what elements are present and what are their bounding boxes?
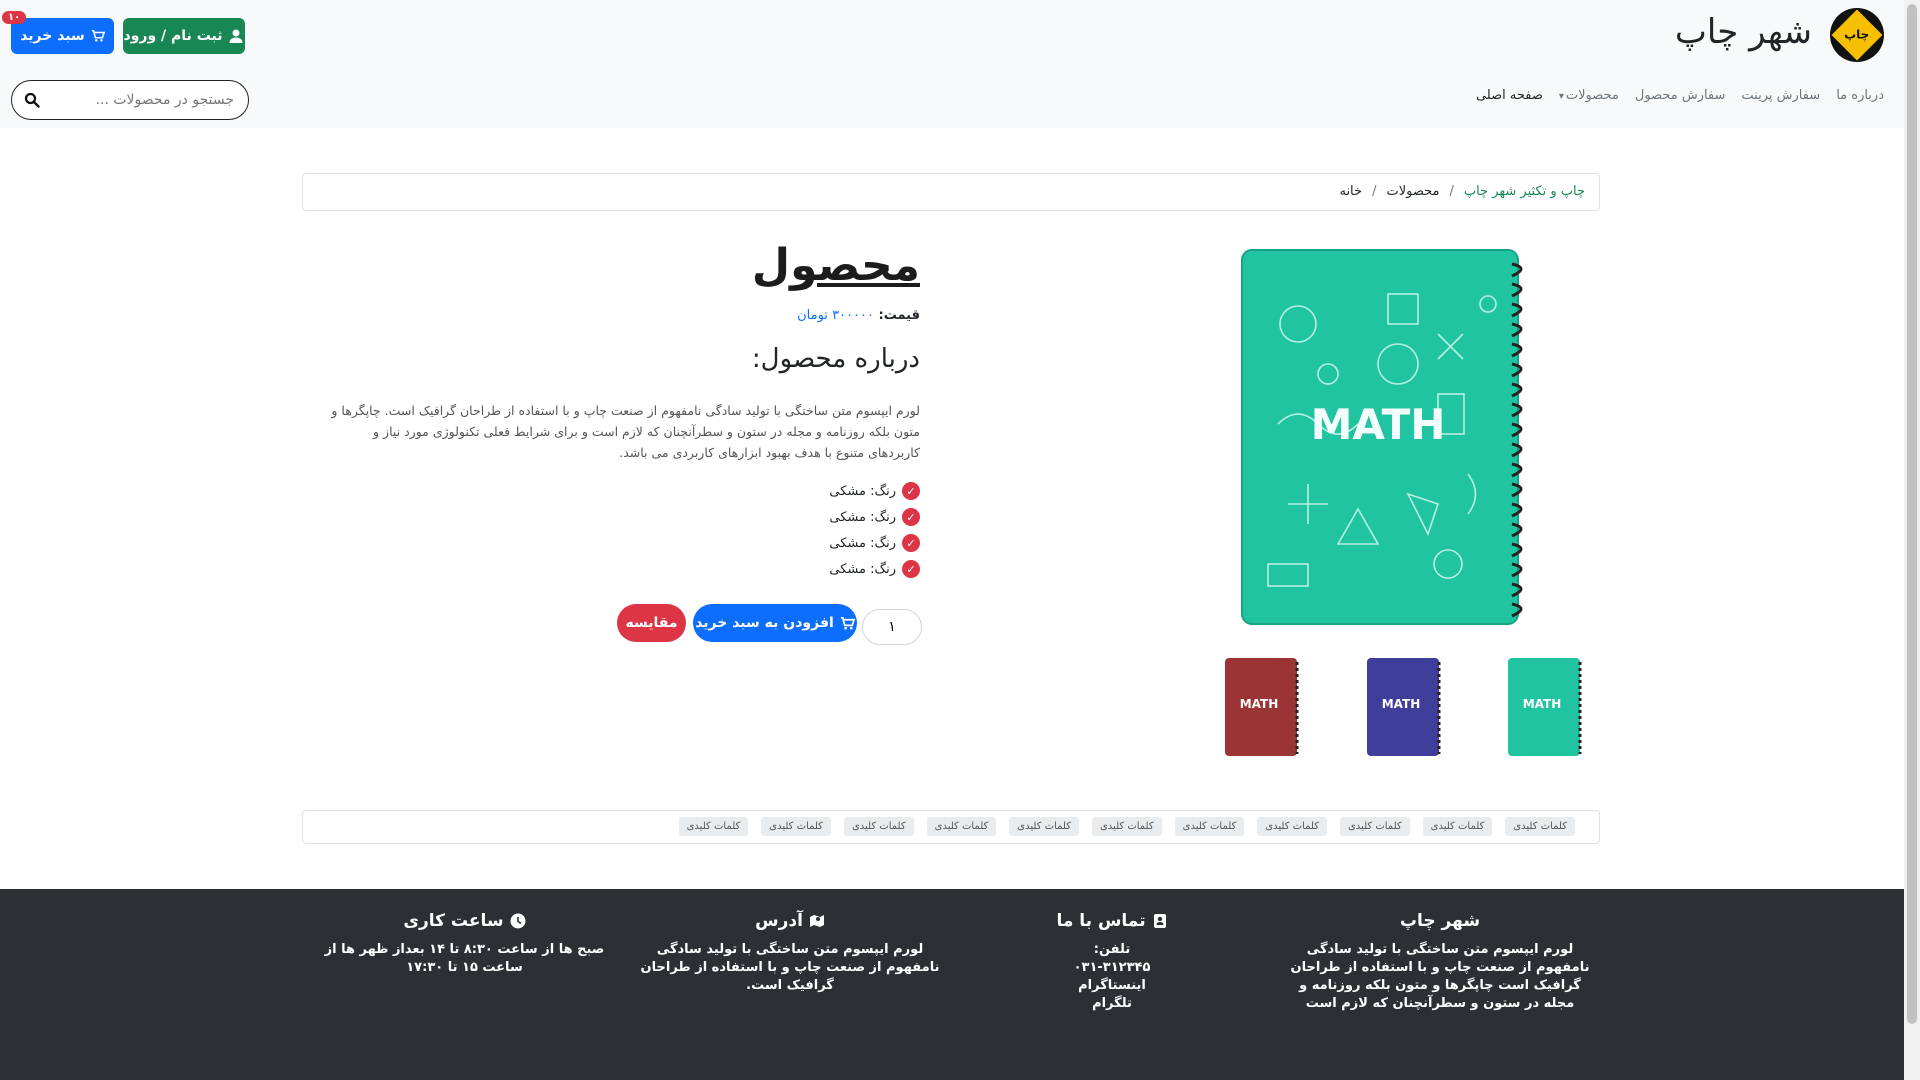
brand-name[interactable]: شهر چاپ bbox=[1675, 12, 1812, 52]
register-label: ثبت نام / ورود bbox=[123, 28, 223, 44]
keyword-tag[interactable]: کلمات کلیدی bbox=[1174, 817, 1245, 836]
product-price: قیمت: ۳۰۰۰۰۰ تومان bbox=[797, 308, 920, 323]
footer-address-text: لورم ایپسوم متن ساختگی با تولید سادگی نا… bbox=[640, 942, 940, 993]
search-box bbox=[11, 80, 249, 120]
feature-item: ✓ رنگ: مشکی bbox=[829, 478, 920, 504]
footer-about-text: لورم ایپسوم متن ساختگی با تولید سادگی نا… bbox=[1290, 942, 1590, 1011]
main-nav: صفحه اصلی محصولات▾ سفارش محصول سفارش پری… bbox=[1476, 88, 1884, 103]
footer-hours-title: ساعت کاری bbox=[403, 911, 504, 931]
nav-order-print[interactable]: سفارش پرینت bbox=[1741, 88, 1820, 103]
register-login-button[interactable]: ثبت نام / ورود bbox=[123, 18, 245, 54]
feature-text: رنگ: مشکی bbox=[829, 483, 896, 499]
footer-about: شهر چاپ لورم ایپسوم متن ساختگی با تولید … bbox=[1290, 911, 1590, 1013]
search-icon[interactable] bbox=[24, 92, 40, 108]
keyword-tag[interactable]: کلمات کلیدی bbox=[1339, 817, 1410, 836]
feature-item: ✓ رنگ: مشکی bbox=[829, 530, 920, 556]
footer-hours-text: صبح ها از ساعت ۸:۳۰ تا ۱۴ بعداز ظهر ها ا… bbox=[324, 942, 605, 975]
nav-home[interactable]: صفحه اصلی bbox=[1476, 88, 1543, 103]
add-to-cart-button[interactable]: افزودن به سبد خرید bbox=[693, 604, 857, 642]
cart-icon bbox=[840, 616, 855, 629]
chevron-down-icon: ▾ bbox=[1558, 91, 1564, 102]
cart-icon bbox=[91, 29, 105, 42]
footer-contact: تماس با ما تلفن: ۰۳۱-۳۱۲۳۴۵ اینستاگرام ت… bbox=[1012, 911, 1212, 1013]
keyword-tag[interactable]: کلمات کلیدی bbox=[1422, 817, 1493, 836]
feature-text: رنگ: مشکی bbox=[829, 561, 896, 577]
clock-icon bbox=[510, 913, 526, 929]
site-footer: شهر چاپ لورم ایپسوم متن ساختگی با تولید … bbox=[0, 889, 1904, 1080]
cover-title: MATH bbox=[1311, 400, 1446, 449]
keyword-tag[interactable]: کلمات کلیدی bbox=[926, 817, 997, 836]
feature-text: رنگ: مشکی bbox=[829, 509, 896, 525]
thumb-cover-text: MATH bbox=[1523, 697, 1562, 711]
nav-products-label: محصولات bbox=[1565, 88, 1619, 103]
site-logo[interactable]: چاپ bbox=[1830, 8, 1884, 62]
price-value: ۳۰۰۰۰۰ تومان bbox=[797, 308, 874, 323]
keyword-tag[interactable]: کلمات کلیدی bbox=[1505, 817, 1575, 836]
thumb-cover-text: MATH bbox=[1382, 697, 1421, 711]
site-header: چاپ شهر چاپ ثبت نام / ورود سبد خرید ۱۰ ص… bbox=[0, 0, 1904, 128]
search-input[interactable] bbox=[54, 89, 234, 111]
keyword-tag[interactable]: کلمات کلیدی bbox=[678, 817, 749, 836]
compare-button[interactable]: مقایسه bbox=[617, 604, 686, 642]
breadcrumb-home[interactable]: خانه bbox=[1339, 184, 1362, 199]
footer-contact-title: تماس با ما bbox=[1056, 911, 1146, 931]
keyword-tag[interactable]: کلمات کلیدی bbox=[843, 817, 914, 836]
nav-about[interactable]: درباره ما bbox=[1836, 88, 1884, 103]
feature-item: ✓ رنگ: مشکی bbox=[829, 556, 920, 582]
map-icon bbox=[809, 915, 824, 927]
page-scrollbar[interactable] bbox=[1904, 0, 1920, 1080]
check-icon: ✓ bbox=[902, 508, 920, 526]
thumbnail-teal[interactable]: MATH bbox=[1506, 656, 1586, 758]
footer-address: آدرس لورم ایپسوم متن ساختگی با تولید ساد… bbox=[640, 911, 940, 995]
breadcrumb: خانه / محصولات / چاپ و تکثیر شهر چاپ bbox=[302, 173, 1600, 211]
thumb-cover-text: MATH bbox=[1240, 697, 1279, 711]
breadcrumb-separator: / bbox=[1372, 184, 1377, 199]
check-icon: ✓ bbox=[902, 560, 920, 578]
scrollbar-thumb[interactable] bbox=[1907, 4, 1917, 1024]
nav-products[interactable]: محصولات▾ bbox=[1559, 88, 1619, 103]
quantity-input[interactable] bbox=[862, 609, 922, 645]
footer-instagram-link[interactable]: اینستاگرام bbox=[1012, 977, 1212, 995]
keyword-tag[interactable]: کلمات کلیدی bbox=[1009, 817, 1079, 836]
breadcrumb-current[interactable]: چاپ و تکثیر شهر چاپ bbox=[1464, 184, 1585, 199]
thumbnail-red[interactable]: MATH bbox=[1223, 656, 1303, 758]
check-icon: ✓ bbox=[902, 534, 920, 552]
keyword-tag[interactable]: کلمات کلیدی bbox=[1091, 817, 1162, 836]
product-description: لورم ایپسوم متن ساختگی با تولید سادگی نا… bbox=[331, 403, 920, 460]
footer-phone[interactable]: ۰۳۱-۳۱۲۳۴۵ bbox=[1012, 959, 1212, 977]
cart-count-badge: ۱۰ bbox=[2, 11, 27, 24]
keywords-bar: کلمات کلیدی کلمات کلیدی کلمات کلیدی کلما… bbox=[302, 810, 1600, 844]
breadcrumb-separator: / bbox=[1449, 184, 1454, 199]
footer-hours: ساعت کاری صبح ها از ساعت ۸:۳۰ تا ۱۴ بعدا… bbox=[312, 911, 617, 977]
feature-item: ✓ رنگ: مشکی bbox=[829, 504, 920, 530]
keyword-tag[interactable]: کلمات کلیدی bbox=[1257, 817, 1327, 836]
logo-text: چاپ bbox=[1844, 28, 1870, 42]
user-icon bbox=[229, 29, 243, 43]
footer-address-title: آدرس bbox=[755, 911, 803, 931]
footer-telegram-link[interactable]: تلگرام bbox=[1012, 995, 1212, 1013]
cart-button[interactable]: سبد خرید bbox=[11, 18, 114, 54]
nav-order-product[interactable]: سفارش محصول bbox=[1635, 88, 1726, 103]
feature-text: رنگ: مشکی bbox=[829, 535, 896, 551]
thumbnail-blue[interactable]: MATH bbox=[1365, 656, 1445, 758]
breadcrumb-products[interactable]: محصولات bbox=[1386, 184, 1439, 199]
cart-label: سبد خرید bbox=[20, 28, 85, 44]
product-main-image[interactable]: MATH bbox=[1238, 244, 1540, 630]
product-title: محصول bbox=[751, 240, 920, 291]
check-icon: ✓ bbox=[902, 482, 920, 500]
price-label: قیمت: bbox=[878, 308, 921, 323]
feature-list: ✓ رنگ: مشکی ✓ رنگ: مشکی ✓ رنگ: مشکی ✓ رنگ: م… bbox=[829, 478, 920, 582]
add-to-cart-label: افزودن به سبد خرید bbox=[695, 615, 834, 631]
contact-card-icon bbox=[1153, 914, 1166, 928]
footer-about-title: شهر چاپ bbox=[1399, 911, 1481, 931]
about-heading: درباره محصول: bbox=[751, 344, 920, 374]
footer-phone-label: تلفن: bbox=[1093, 942, 1131, 957]
keyword-tag[interactable]: کلمات کلیدی bbox=[761, 817, 831, 836]
